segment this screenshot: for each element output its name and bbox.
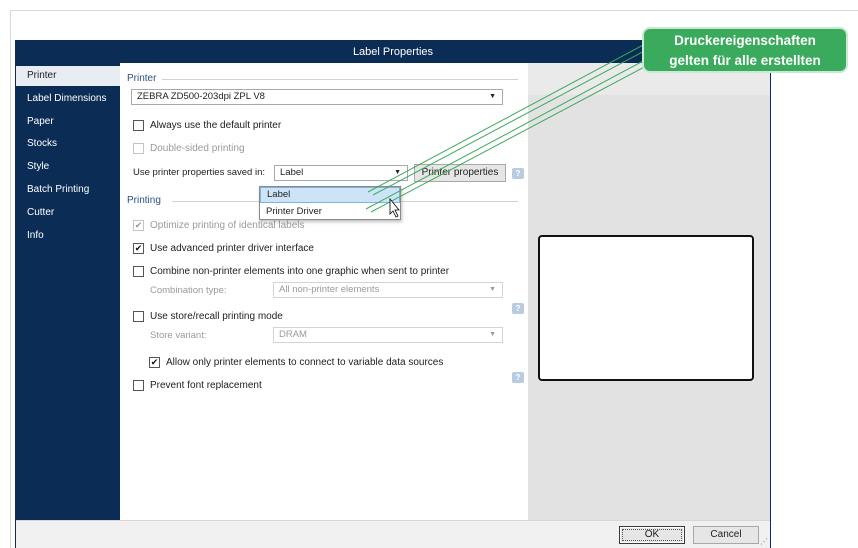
allow-only-row: ✔ Allow only printer elements to connect…: [149, 355, 443, 369]
help-icon[interactable]: ?: [512, 303, 524, 314]
store-variant-label: Store variant:: [150, 330, 207, 341]
combine-label: Combine non-printer elements into one gr…: [150, 265, 450, 277]
callout-line-1: Druckereigenschaften: [674, 33, 816, 48]
sidebar-item-style[interactable]: Style: [16, 157, 120, 177]
sidebar-item-label-dimensions[interactable]: Label Dimensions: [16, 89, 120, 109]
prevent-font-row: Prevent font replacement: [133, 378, 262, 392]
double-sided-row: Double-sided printing: [133, 141, 245, 155]
store-variant-select[interactable]: DRAM ▼: [273, 327, 503, 343]
sidebar-nav: Printer Label Dimensions Paper Stocks St…: [16, 63, 120, 520]
double-sided-checkbox[interactable]: [133, 142, 144, 154]
label-preview: [538, 235, 754, 381]
printer-properties-button[interactable]: Printer properties: [414, 164, 506, 182]
allow-only-checkbox[interactable]: ✔: [149, 356, 160, 368]
advanced-driver-label: Use advanced printer driver interface: [150, 242, 314, 254]
chevron-down-icon: ▼: [489, 331, 496, 338]
printer-select-value: ZEBRA ZD500-203dpi ZPL V8: [137, 91, 265, 102]
combination-type-label: Combination type:: [150, 285, 227, 296]
optimize-checkbox[interactable]: ✔: [133, 219, 144, 231]
always-default-checkbox[interactable]: [133, 119, 144, 131]
cancel-button[interactable]: Cancel: [693, 526, 759, 544]
printer-settings-panel: Printer ZEBRA ZD500-203dpi ZPL V8 ▼ Alwa…: [120, 63, 528, 520]
printing-section-heading: Printing: [127, 195, 161, 206]
label-preview-pane: [528, 63, 770, 520]
label-properties-dialog: Label Properties Printer Label Dimension…: [15, 40, 771, 548]
printer-section-heading: Printer: [127, 73, 157, 84]
sidebar-item-info[interactable]: Info: [16, 226, 120, 246]
printer-select[interactable]: ZEBRA ZD500-203dpi ZPL V8 ▼: [131, 89, 503, 105]
combine-checkbox[interactable]: [133, 265, 144, 277]
sidebar-item-batch-printing[interactable]: Batch Printing: [16, 180, 120, 200]
always-default-label: Always use the default printer: [150, 119, 282, 131]
store-recall-row: Use store/recall printing mode: [133, 309, 283, 323]
advanced-driver-row: ✔ Use advanced printer driver interface: [133, 241, 314, 255]
chevron-down-icon: ▼: [489, 286, 496, 293]
callout-line-2: gelten für alle erstellten: [669, 53, 821, 68]
section-divider: [162, 79, 518, 80]
store-recall-checkbox[interactable]: [133, 310, 144, 322]
optimize-row: ✔ Optimize printing of identical labels: [133, 218, 305, 232]
chevron-down-icon: ▼: [489, 93, 496, 100]
chevron-down-icon: ▼: [394, 169, 401, 176]
combination-type-value: All non-printer elements: [279, 284, 380, 295]
combine-row: Combine non-printer elements into one gr…: [133, 264, 449, 278]
resize-grip-icon[interactable]: ⋰: [760, 537, 768, 546]
help-icon[interactable]: ?: [512, 168, 524, 179]
prevent-font-checkbox[interactable]: [133, 379, 144, 391]
store-recall-label: Use store/recall printing mode: [150, 310, 283, 322]
sidebar-item-cutter[interactable]: Cutter: [16, 203, 120, 223]
props-saved-select[interactable]: Label ▼: [274, 165, 408, 181]
combination-type-select[interactable]: All non-printer elements ▼: [273, 282, 503, 298]
double-sided-label: Double-sided printing: [150, 142, 245, 154]
sidebar-item-paper[interactable]: Paper: [16, 112, 120, 132]
ok-button[interactable]: OK: [619, 526, 685, 544]
props-saved-value: Label: [280, 167, 304, 178]
dropdown-option-label[interactable]: Label: [260, 187, 400, 203]
dialog-footer: OK Cancel ⋰: [16, 520, 770, 548]
props-saved-dropdown-list: Label Printer Driver: [259, 186, 401, 220]
dropdown-option-printer-driver[interactable]: Printer Driver: [260, 204, 400, 220]
advanced-driver-checkbox[interactable]: ✔: [133, 242, 144, 254]
allow-only-label: Allow only printer elements to connect t…: [166, 356, 444, 368]
props-saved-label: Use printer properties saved in:: [133, 167, 266, 178]
optimize-label: Optimize printing of identical labels: [150, 219, 305, 231]
sidebar-item-stocks[interactable]: Stocks: [16, 134, 120, 154]
prevent-font-label: Prevent font replacement: [150, 379, 262, 391]
help-icon[interactable]: ?: [512, 372, 524, 383]
store-variant-value: DRAM: [279, 329, 307, 340]
sidebar-item-printer[interactable]: Printer: [16, 66, 120, 86]
annotation-callout: Druckereigenschaften gelten für alle ers…: [642, 27, 848, 73]
always-default-row: Always use the default printer: [133, 118, 281, 132]
